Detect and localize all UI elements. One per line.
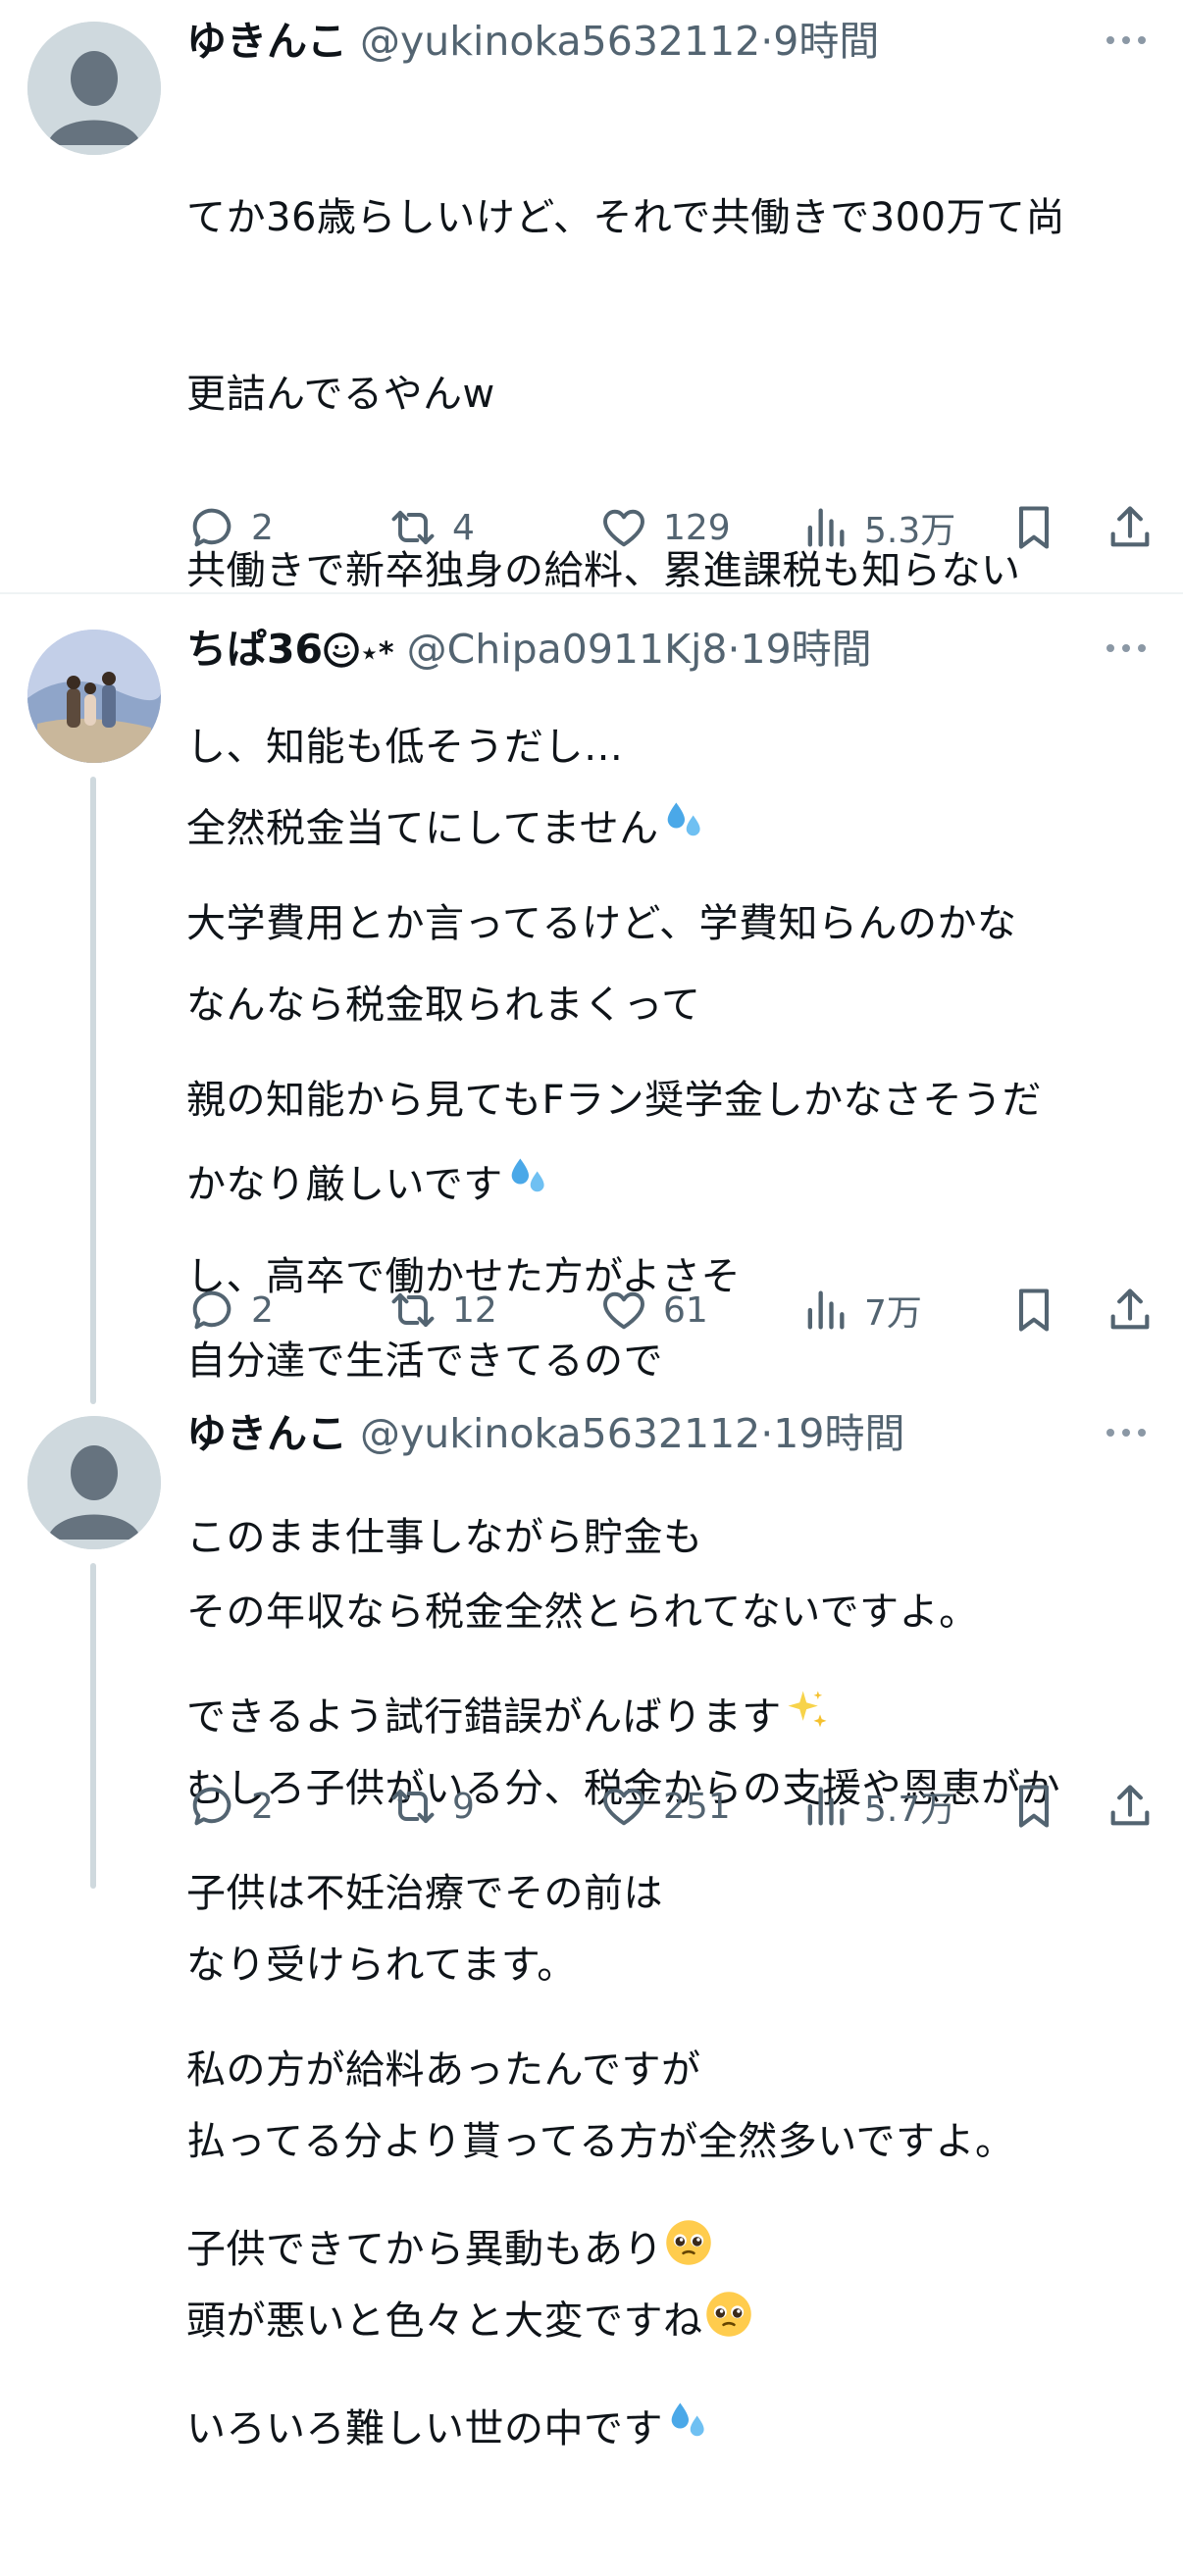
tweet-header: ゆきんこ @yukinoka5632112·9時間 bbox=[186, 12, 879, 71]
tweet-header: ちぱ36 ⋆* @Chipa0911Kj8·19時間 bbox=[186, 620, 872, 679]
separator-dot: · bbox=[760, 1410, 774, 1457]
avatar[interactable] bbox=[27, 630, 161, 763]
timestamp[interactable]: 19時間 bbox=[740, 626, 871, 673]
text-line: 更詰んでるやんw bbox=[186, 372, 495, 417]
like-button[interactable]: 251 bbox=[598, 1777, 731, 1836]
views-icon bbox=[807, 1787, 845, 1826]
display-name[interactable]: ゆきんこ bbox=[186, 1410, 347, 1457]
avatar[interactable] bbox=[27, 22, 161, 155]
bookmark-icon bbox=[1018, 1288, 1050, 1332]
views-button[interactable]: 5.3万 bbox=[799, 498, 955, 557]
action-bar: 2 12 61 7万 bbox=[186, 1281, 1157, 1339]
tweet-divider bbox=[0, 592, 1183, 594]
thread-line bbox=[90, 777, 96, 1404]
user-handle[interactable]: @yukinoka5632112 bbox=[360, 18, 760, 65]
reply-button[interactable]: 2 bbox=[186, 1281, 274, 1339]
like-icon bbox=[603, 509, 644, 547]
view-count: 5.3万 bbox=[864, 511, 956, 551]
repost-button[interactable]: 9 bbox=[387, 1777, 475, 1836]
default-avatar-icon bbox=[27, 22, 161, 155]
user-handle[interactable]: @Chipa0911Kj8 bbox=[407, 626, 728, 673]
display-name[interactable]: ちぱ36 ⋆* bbox=[186, 626, 394, 673]
share-icon bbox=[1110, 1288, 1150, 1330]
views-button[interactable]: 7万 bbox=[799, 1281, 922, 1339]
smiling-face-emoji bbox=[324, 632, 359, 668]
bookmark-button[interactable] bbox=[1008, 1281, 1059, 1339]
sweat-droplets-emoji bbox=[511, 1158, 544, 1192]
text-line: なり受けられてます。 bbox=[186, 1943, 577, 1988]
separator-dot: · bbox=[760, 18, 774, 65]
text-line: なんなら税金取られまくって bbox=[186, 983, 701, 1028]
repost-count: 12 bbox=[452, 1289, 497, 1331]
more-button[interactable] bbox=[1106, 20, 1152, 59]
pleading-face-emoji bbox=[705, 2292, 751, 2337]
avatar[interactable] bbox=[27, 1416, 161, 1549]
like-icon bbox=[603, 1291, 644, 1330]
profile-photo bbox=[27, 630, 161, 763]
more-button[interactable] bbox=[1106, 628, 1152, 667]
timestamp[interactable]: 9時間 bbox=[773, 18, 879, 65]
tweet-header: ゆきんこ @yukinoka5632112·19時間 bbox=[186, 1404, 904, 1463]
reply-icon bbox=[192, 508, 231, 547]
action-bar: 2 9 251 5.7万 bbox=[186, 1777, 1157, 1836]
share-icon bbox=[1110, 1785, 1150, 1826]
display-name[interactable]: ゆきんこ bbox=[186, 18, 347, 65]
repost-count: 9 bbox=[452, 1786, 475, 1827]
repost-button[interactable]: 4 bbox=[387, 498, 475, 557]
like-icon bbox=[603, 1788, 644, 1826]
views-icon bbox=[807, 508, 845, 547]
view-count: 5.7万 bbox=[864, 1790, 956, 1830]
like-count: 129 bbox=[663, 507, 731, 548]
timestamp[interactable]: 19時間 bbox=[773, 1410, 904, 1457]
text-line: 自分達で生活できてるので bbox=[186, 1339, 663, 1384]
repost-count: 4 bbox=[452, 507, 475, 548]
bookmark-button[interactable] bbox=[1008, 1777, 1059, 1836]
reply-button[interactable]: 2 bbox=[186, 498, 274, 557]
reply-icon bbox=[192, 1290, 231, 1330]
bookmark-icon bbox=[1018, 506, 1050, 549]
like-count: 61 bbox=[663, 1289, 708, 1331]
share-button[interactable] bbox=[1105, 1281, 1156, 1339]
view-count: 7万 bbox=[864, 1293, 922, 1334]
text-line: 全然税金当てにしてません bbox=[186, 796, 1148, 858]
reply-button[interactable]: 2 bbox=[186, 1777, 274, 1836]
text-line: かなり厳しいです bbox=[186, 1152, 1148, 1214]
reply-count: 2 bbox=[251, 1786, 274, 1827]
reply-count: 2 bbox=[251, 1289, 274, 1331]
text-line: 払ってる分より貰ってる方が全然多いですよ。 bbox=[186, 2119, 1015, 2164]
repost-icon bbox=[391, 510, 435, 545]
reply-icon bbox=[192, 1787, 231, 1826]
repost-button[interactable]: 12 bbox=[387, 1281, 497, 1339]
text-line: てか36歳らしいけど、それで共働きで300万て尚 bbox=[186, 195, 1066, 240]
thread-line bbox=[90, 1563, 96, 1889]
text-line: その年収なら税金全然とられてないですよ。 bbox=[186, 1590, 979, 1635]
share-button[interactable] bbox=[1105, 498, 1156, 557]
bookmark-button[interactable] bbox=[1008, 498, 1059, 557]
bookmark-icon bbox=[1018, 1785, 1050, 1828]
views-button[interactable]: 5.7万 bbox=[799, 1777, 955, 1836]
default-avatar-icon bbox=[27, 1416, 161, 1549]
share-button[interactable] bbox=[1105, 1777, 1156, 1836]
text-line: 頭が悪いと色々と大変ですね bbox=[186, 2289, 1148, 2350]
share-icon bbox=[1110, 506, 1150, 547]
more-button[interactable] bbox=[1106, 1412, 1152, 1451]
like-button[interactable]: 61 bbox=[598, 1281, 708, 1339]
user-handle[interactable]: @yukinoka5632112 bbox=[360, 1410, 760, 1457]
repost-icon bbox=[391, 1789, 435, 1824]
tweet-text: その年収なら税金全然とられてないですよ。 むしろ子供がいる分、税金からの支援や恩… bbox=[186, 1465, 1148, 2468]
repost-icon bbox=[391, 1292, 435, 1328]
separator-dot: · bbox=[727, 626, 741, 673]
like-count: 251 bbox=[663, 1786, 731, 1827]
action-bar: 2 4 129 5.3万 bbox=[186, 498, 1157, 557]
views-icon bbox=[807, 1290, 845, 1330]
like-button[interactable]: 129 bbox=[598, 498, 731, 557]
sweat-droplets-emoji bbox=[667, 802, 700, 836]
reply-count: 2 bbox=[251, 507, 274, 548]
